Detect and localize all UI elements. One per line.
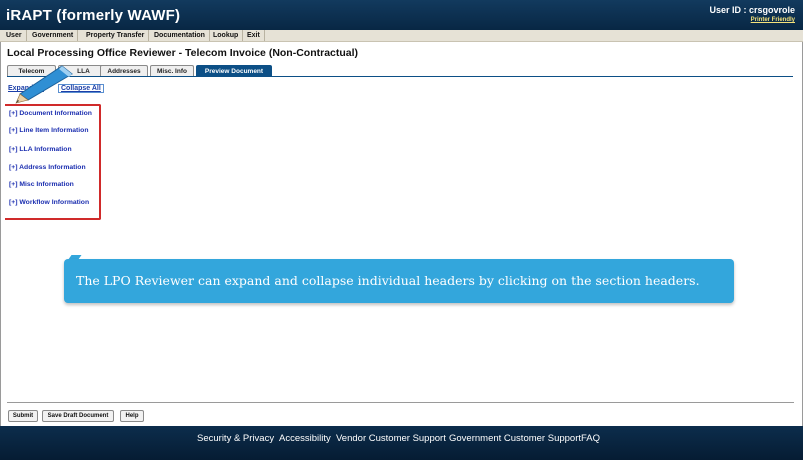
footer: Security & Privacy Accessibility Vendor … bbox=[0, 426, 803, 460]
section-document-information[interactable]: [+] Document Information bbox=[9, 110, 92, 117]
footer-faq-link[interactable]: FAQ bbox=[581, 433, 600, 444]
page-title: Local Processing Office Reviewer - Telec… bbox=[7, 47, 359, 59]
app-header: iRAPT (formerly WAWF) User ID : crsgovro… bbox=[0, 0, 803, 30]
footer-government-support-link[interactable]: Government Customer Support bbox=[449, 433, 581, 444]
menu-user[interactable]: User bbox=[2, 30, 27, 41]
save-draft-button[interactable]: Save Draft Document bbox=[42, 410, 114, 422]
app-title: iRAPT (formerly WAWF) bbox=[6, 7, 181, 24]
menu-lookup[interactable]: Lookup bbox=[209, 30, 244, 41]
submit-button[interactable]: Submit bbox=[8, 410, 38, 422]
section-workflow-information[interactable]: [+] Workflow Information bbox=[9, 199, 89, 206]
footer-accessibility-link[interactable]: Accessibility bbox=[279, 433, 331, 444]
tab-underline bbox=[7, 76, 793, 77]
menu-government[interactable]: Government bbox=[28, 30, 79, 41]
menu-bar: User Government Property Transfer Docume… bbox=[0, 30, 803, 42]
bottom-divider bbox=[7, 402, 794, 403]
section-address-information[interactable]: [+] Address Information bbox=[9, 164, 86, 171]
section-lla-information[interactable]: [+] LLA Information bbox=[9, 146, 72, 153]
section-line-item-information[interactable]: [+] Line Item Information bbox=[9, 127, 89, 134]
help-button[interactable]: Help bbox=[120, 410, 144, 422]
section-misc-information[interactable]: [+] Misc Information bbox=[9, 181, 74, 188]
menu-property-transfer[interactable]: Property Transfer bbox=[82, 30, 150, 41]
instruction-callout: The LPO Reviewer can expand and collapse… bbox=[64, 259, 734, 303]
footer-security-privacy-link[interactable]: Security & Privacy bbox=[197, 433, 274, 444]
footer-vendor-support-link[interactable]: Vendor Customer Support bbox=[336, 433, 446, 444]
callout-text: The LPO Reviewer can expand and collapse… bbox=[76, 273, 700, 288]
menu-documentation[interactable]: Documentation bbox=[150, 30, 210, 41]
pencil-pointer-icon bbox=[15, 65, 73, 104]
user-id-label: User ID : crsgovrole bbox=[709, 5, 795, 15]
menu-exit[interactable]: Exit bbox=[243, 30, 265, 41]
printer-friendly-link[interactable]: Printer Friendly bbox=[751, 17, 795, 23]
